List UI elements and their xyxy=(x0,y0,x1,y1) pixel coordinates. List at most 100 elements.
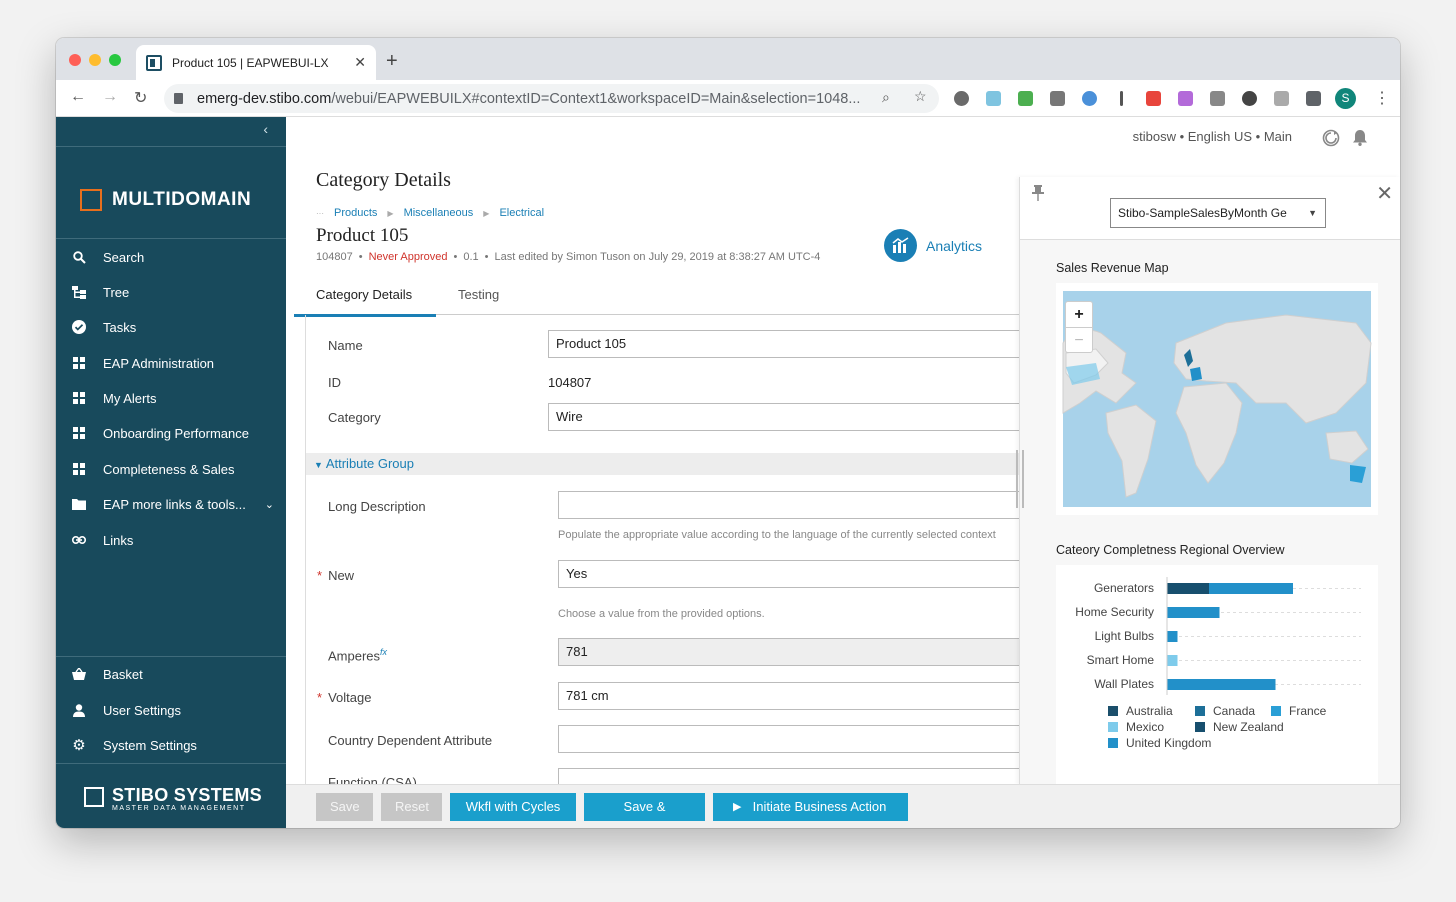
legend-swatch xyxy=(1108,722,1118,732)
menu-icon[interactable]: ⋮ xyxy=(1374,88,1390,108)
zoom-icon[interactable]: ⌕ xyxy=(882,89,890,106)
reset-button[interactable]: Reset xyxy=(381,793,442,821)
wkfl-with-cycles-button[interactable]: Wkfl with Cycles xyxy=(450,793,576,821)
legend-swatch xyxy=(1108,706,1118,716)
panel-header: ✕ Stibo-SampleSalesByMonth Ge ▼ xyxy=(1020,177,1400,240)
sidebar-item-search[interactable]: Search xyxy=(56,241,286,273)
play-icon: ▶ xyxy=(733,801,742,813)
new-tab-button[interactable]: + xyxy=(386,50,398,73)
map-zoom-controls: + − xyxy=(1065,301,1093,353)
puzzle-icon[interactable] xyxy=(1306,91,1321,106)
new-help: Choose a value from the provided options… xyxy=(558,608,765,620)
save-button[interactable]: Save xyxy=(316,793,373,821)
sidebar-item-onboarding-performance[interactable]: Onboarding Performance xyxy=(56,417,286,449)
sidebar-item-eap-administration[interactable]: EAP Administration xyxy=(56,347,286,379)
lock-icon xyxy=(174,93,183,104)
initiate-business-action-button[interactable]: ▶ Initiate Business Action xyxy=(713,793,908,821)
sidebar-item-basket[interactable]: Basket xyxy=(56,658,286,690)
country-dependent-field[interactable] xyxy=(558,725,1020,753)
world-map[interactable] xyxy=(1056,283,1378,515)
sidebar-item-eap-more-links[interactable]: EAP more links & tools... ⌄ xyxy=(56,488,286,520)
address-bar[interactable]: emerg-dev.stibo.com/webui/EAPWEBUILX#con… xyxy=(164,84,939,113)
back-button[interactable]: ← xyxy=(70,88,86,106)
chevron-right-icon: ▶ xyxy=(483,208,490,218)
extension-icon[interactable] xyxy=(1050,91,1065,106)
sidebar-item-system-settings[interactable]: ⚙ System Settings xyxy=(56,729,286,761)
forward-button[interactable]: → xyxy=(102,88,118,106)
category-tick-label: Wall Plates xyxy=(1094,677,1154,691)
extension-icon[interactable] xyxy=(1120,91,1123,106)
maximize-window-button[interactable] xyxy=(109,54,121,66)
sidebar-item-links[interactable]: Links xyxy=(56,524,286,556)
divider xyxy=(56,146,286,147)
category-tick-label: Light Bulbs xyxy=(1095,629,1154,643)
analytics-button[interactable]: Analytics xyxy=(884,229,982,262)
report-select[interactable]: Stibo-SampleSalesByMonth Ge ▼ xyxy=(1110,198,1326,228)
close-icon[interactable]: ✕ xyxy=(1376,181,1393,206)
collapse-sidebar-icon[interactable]: ‹ xyxy=(263,121,268,137)
logo-square-icon xyxy=(80,189,102,211)
category-label: Category xyxy=(328,410,381,425)
ellipsis-icon[interactable]: ··· xyxy=(316,209,324,218)
pin-icon[interactable] xyxy=(1032,185,1044,204)
bookmark-star-icon[interactable]: ☆ xyxy=(914,88,927,105)
new-field[interactable]: Yes xyxy=(558,560,1020,588)
reload-button[interactable]: ↻ xyxy=(134,88,147,108)
legend-label: Canada xyxy=(1213,704,1255,718)
brand-tagline: MASTER DATA MANAGEMENT xyxy=(112,805,246,812)
user-icon xyxy=(72,703,86,717)
minimize-window-button[interactable] xyxy=(89,54,101,66)
function-csa-field[interactable] xyxy=(558,768,1020,785)
attribute-group-label: Attribute Group xyxy=(325,456,414,471)
sidebar-item-label: User Settings xyxy=(103,702,182,718)
bar-segment xyxy=(1167,655,1178,666)
extension-icon[interactable] xyxy=(1242,91,1257,106)
long-description-field[interactable] xyxy=(558,491,1020,519)
extension-icon[interactable] xyxy=(1178,91,1193,106)
category-field[interactable]: Wire xyxy=(548,403,1020,431)
save-approve-button[interactable]: Save & Approve xyxy=(584,793,705,828)
resize-handle[interactable] xyxy=(1016,450,1024,508)
amperes-field: 781 xyxy=(558,638,1020,666)
breadcrumb-item[interactable]: Miscellaneous xyxy=(404,207,474,219)
refresh-icon[interactable] xyxy=(1322,129,1340,151)
chart-title: Cateory Completness Regional Overview xyxy=(1056,543,1285,557)
breadcrumb-item[interactable]: Electrical xyxy=(499,207,544,219)
tab-testing[interactable]: Testing xyxy=(458,287,499,302)
chevron-down-icon[interactable]: ⌄ xyxy=(265,498,274,511)
browser-tab[interactable]: Product 105 | EAPWEBUI-LX ✕ xyxy=(136,45,376,80)
voltage-field[interactable]: 781 cm xyxy=(558,682,1020,710)
gear-icon: ⚙ xyxy=(72,737,86,754)
breadcrumb-item[interactable]: Products xyxy=(334,207,377,219)
extension-icon[interactable] xyxy=(1082,91,1097,106)
sidebar-item-my-alerts[interactable]: My Alerts xyxy=(56,382,286,414)
attribute-group-header[interactable]: ▼ Attribute Group xyxy=(306,453,1020,475)
extension-icon[interactable] xyxy=(954,91,969,106)
sales-revenue-map[interactable]: + − xyxy=(1056,283,1378,515)
notification-bell-icon[interactable] xyxy=(1352,129,1368,150)
zoom-in-button[interactable]: + xyxy=(1066,302,1092,328)
close-window-button[interactable] xyxy=(69,54,81,66)
bar-segment xyxy=(1167,583,1209,594)
basket-icon xyxy=(72,667,86,681)
caret-down-icon: ▼ xyxy=(1308,208,1317,218)
extension-icon[interactable] xyxy=(1146,91,1161,106)
profile-avatar[interactable]: S xyxy=(1335,88,1356,109)
bar-segment xyxy=(1209,583,1293,594)
sidebar-item-user-settings[interactable]: User Settings xyxy=(56,694,286,726)
close-tab-icon[interactable]: ✕ xyxy=(354,54,366,71)
amperes-label: Amperesfx xyxy=(328,647,388,664)
extension-icon[interactable] xyxy=(986,91,1001,106)
extension-icon[interactable] xyxy=(1210,91,1225,106)
sidebar-item-tasks[interactable]: Tasks xyxy=(56,311,286,343)
extension-icon[interactable] xyxy=(1018,91,1033,106)
sidebar-item-completeness-sales[interactable]: Completeness & Sales xyxy=(56,453,286,485)
tab-category-details[interactable]: Category Details xyxy=(293,287,437,317)
extension-icon[interactable] xyxy=(1274,91,1289,106)
sidebar-item-label: Tree xyxy=(103,284,130,300)
sidebar-item-tree[interactable]: Tree xyxy=(56,276,286,308)
zoom-out-button[interactable]: − xyxy=(1066,328,1092,353)
name-field[interactable]: Product 105 xyxy=(548,330,1020,358)
page-title: Category Details xyxy=(316,169,451,191)
function-icon: fx xyxy=(380,647,388,657)
